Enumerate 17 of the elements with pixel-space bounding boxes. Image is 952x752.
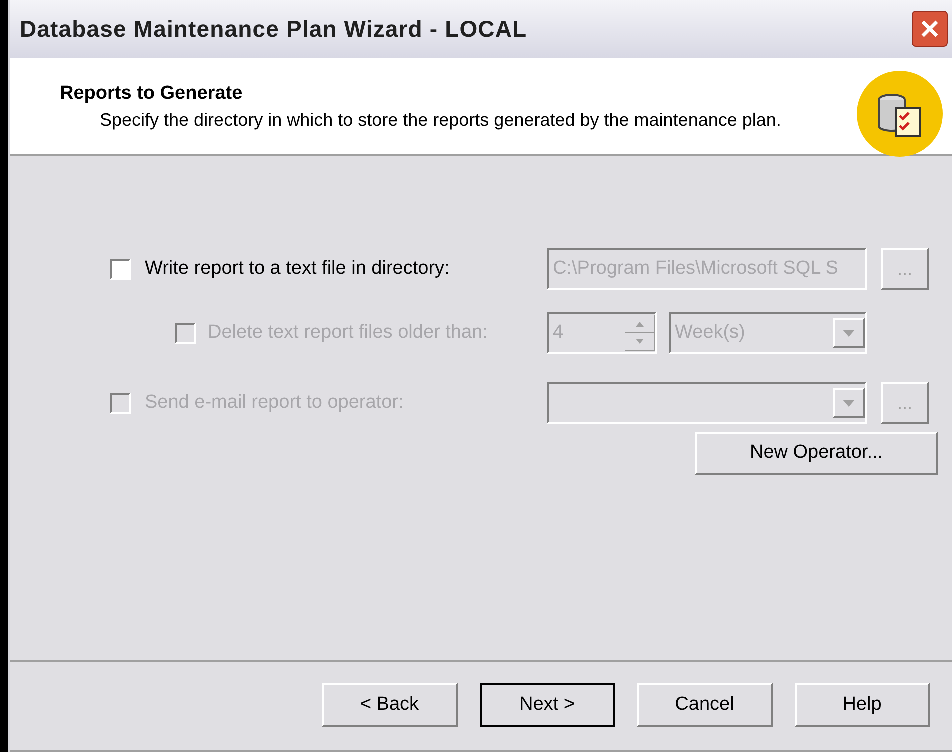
header-title: Reports to Generate — [60, 82, 244, 106]
new-operator-button[interactable]: New Operator... — [695, 432, 938, 475]
delete-reports-label: Delete text report files older than: — [208, 320, 488, 345]
close-icon — [920, 19, 940, 39]
wizard-button[interactable]: Help — [794, 683, 930, 727]
wizard-button[interactable]: < Back — [322, 683, 458, 727]
database-checklist-icon — [856, 70, 944, 158]
send-email-label: Send e-mail report to operator: — [145, 390, 404, 415]
wizard-button[interactable]: Cancel — [637, 683, 772, 727]
checkbox[interactable] — [110, 258, 131, 280]
caret-down-icon — [843, 330, 855, 336]
close-button[interactable] — [912, 11, 948, 47]
header-description: Specify the directory in which to store the reports generated by the maintenance plan. — [99, 108, 782, 130]
write-report-label: Write report to a text file in directory: — [145, 256, 450, 281]
caret-down-icon — [843, 400, 855, 406]
window-title: Database Maintenance Plan Wizard - LOCAL — [20, 14, 528, 44]
wizard-button[interactable]: Next > — [480, 683, 615, 727]
